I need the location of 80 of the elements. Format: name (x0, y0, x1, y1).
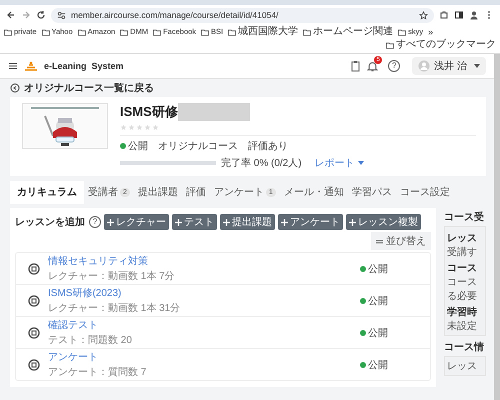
lesson-detail: テスト：問題数 20 (48, 334, 133, 347)
folder-icon (303, 28, 312, 36)
bell-icon[interactable] (367, 60, 378, 72)
folder-icon (42, 28, 50, 36)
folder-icon (78, 28, 86, 36)
add-button[interactable]: レクチャー (104, 214, 169, 230)
tab[interactable]: コース設定 (396, 181, 454, 204)
sidebar-text: レッス (447, 360, 478, 373)
rating-status: 評価あり (248, 140, 288, 153)
add-lesson-label: レッスンを追加 (15, 216, 85, 229)
help-icon[interactable]: ? (89, 216, 101, 228)
side-panel-icon[interactable] (454, 10, 464, 20)
clipboard-icon[interactable] (350, 60, 362, 72)
add-button[interactable]: テスト (172, 214, 217, 230)
course-type: オリジナルコース (158, 140, 238, 153)
tab[interactable]: 評価 (182, 181, 210, 204)
folder-icon (4, 28, 12, 36)
sidebar-label: レッス (447, 232, 478, 245)
logo-icon (24, 61, 38, 71)
avatar-icon (418, 60, 430, 72)
tab[interactable]: カリキュラム (10, 181, 84, 204)
status-label: 公開 (360, 262, 388, 276)
all-bookmarks-folder[interactable]: すべてのブックマーク (386, 39, 496, 51)
reload-icon[interactable] (36, 10, 46, 20)
folder-icon (201, 28, 210, 36)
tab[interactable]: メール・通知 (280, 181, 348, 204)
sidebar-heading: コース受 (444, 210, 485, 224)
lesson-link[interactable]: ISMS研修(2023) (48, 286, 352, 300)
extensions-icon[interactable] (439, 10, 449, 20)
bookmark-folder[interactable]: ホームページ関連 (303, 26, 394, 38)
sidebar-text: 未設定 (447, 320, 478, 333)
address-bar[interactable]: member.aircourse.com/manage/course/detail/id/41054/ (51, 8, 434, 22)
sidebar-label: 学習時 (447, 306, 478, 319)
completion-rate: 完了率 0% (0/2人) (221, 156, 302, 170)
plus-icon (107, 218, 114, 226)
star-icon[interactable] (419, 10, 428, 20)
lesson-link[interactable]: 確認テスト (48, 318, 352, 332)
plus-icon (281, 218, 288, 226)
site-settings-icon[interactable] (57, 10, 66, 20)
lesson-detail: レクチャー：動画数 1本 7分 (48, 270, 176, 283)
user-menu[interactable]: 浅井 治 (412, 57, 486, 75)
bookmark-folder[interactable]: 城西国際大学 (228, 26, 298, 38)
report-dropdown[interactable]: レポート (314, 156, 364, 170)
lesson-link[interactable]: 情報セキュリティ対策 (48, 254, 352, 268)
back-link[interactable]: オリジナルコース一覧に戻る (10, 79, 486, 97)
sort-button[interactable]: 並び替え (371, 232, 431, 250)
lesson-link[interactable]: アンケート (48, 350, 352, 364)
back-icon[interactable] (6, 10, 16, 20)
sidebar-heading: コース情 (444, 340, 485, 354)
menu-icon[interactable] (8, 61, 18, 71)
plus-icon (175, 218, 182, 226)
lesson-detail: レクチャー：動画数 1本 31分 (48, 302, 182, 315)
app-name: e-Leaning System (44, 61, 124, 71)
sidebar-text: る必要 (447, 290, 478, 303)
profile-icon[interactable] (469, 10, 479, 20)
status-label: 公開 (360, 358, 388, 372)
add-button[interactable]: 提出課題 (220, 214, 275, 230)
tab[interactable]: 提出課題 (134, 181, 182, 204)
plus-icon (349, 218, 356, 226)
folder-icon (153, 28, 162, 36)
status-label: 公開 (120, 139, 148, 153)
caret-icon (358, 161, 364, 165)
folder-icon (120, 28, 128, 36)
more-bookmarks-button[interactable]: » (428, 27, 434, 37)
add-button[interactable]: レッスン複製 (346, 214, 421, 230)
add-button[interactable]: アンケート (278, 214, 343, 230)
course-title: ISMS研修 (120, 103, 178, 121)
caret-icon (474, 64, 480, 68)
help-icon[interactable]: ? (388, 60, 400, 72)
sidebar-label: コース (447, 262, 478, 275)
scrollbar[interactable] (494, 54, 500, 400)
sidebar-text: 受講す (447, 246, 478, 259)
status-label: 公開 (360, 294, 388, 308)
tab[interactable]: 学習パス (348, 181, 396, 204)
lines-icon (376, 238, 383, 244)
folder-icon (228, 28, 236, 36)
status-label: 公開 (360, 326, 388, 340)
sidebar-text: コース (447, 276, 478, 289)
plus-icon (223, 218, 230, 226)
lesson-detail: アンケート：質問数 7 (48, 366, 148, 379)
